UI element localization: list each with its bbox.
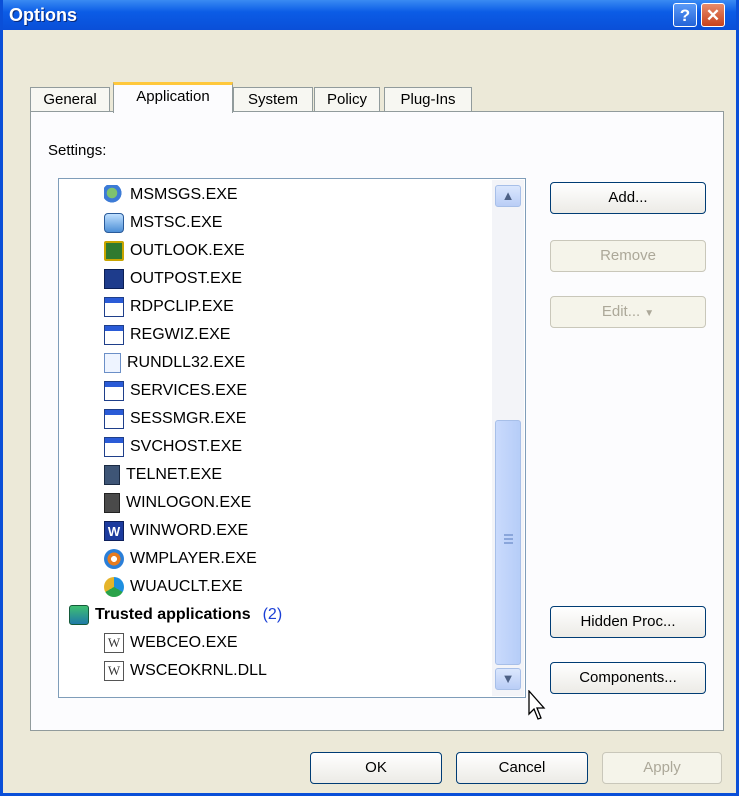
apply-button[interactable]: Apply [602,752,722,784]
hidden-proc-button[interactable]: Hidden Proc... [550,606,706,638]
application-window-icon [104,296,124,317]
list-item-label: WINWORD.EXE [130,521,249,539]
list-item-label: WINLOGON.EXE [126,493,252,511]
word-icon: W [104,520,124,541]
media-player-icon [104,548,124,569]
list-item-label: MSMSGS.EXE [130,185,238,203]
title-bar[interactable]: Options ? ✕ [3,0,736,30]
w-file-icon: W [104,632,124,653]
tab-policy[interactable]: Policy [314,87,380,112]
list-item[interactable]: OUTLOOK.EXE [104,238,245,263]
list-item[interactable]: REGWIZ.EXE [104,322,230,347]
list-item[interactable]: TELNET.EXE [104,462,222,487]
scroll-up-button[interactable]: ▲ [495,185,521,207]
list-item[interactable]: SERVICES.EXE [104,378,247,403]
application-list[interactable]: MSMSGS.EXE MSTSC.EXE OUTLOOK.EXE OUTPOST… [58,178,526,698]
list-item[interactable]: WINLOGON.EXE [104,490,251,515]
group-label: Trusted applications [95,605,251,623]
dropdown-caret-icon: ▼ [644,308,655,319]
telnet-icon [104,464,120,485]
edit-label: Edit... [601,303,641,320]
list-item-label: WSCEOKRNL.DLL [130,661,267,679]
list-group-header[interactable]: Trusted applications (2) [69,602,282,627]
list-item-label: SERVICES.EXE [130,381,248,399]
list-item-label: SVCHOST.EXE [130,437,243,455]
list-item-label: OUTPOST.EXE [130,269,243,287]
help-button[interactable]: ? [673,3,697,27]
list-item-label: WEBCEO.EXE [130,633,238,651]
list-item-label: WMPLAYER.EXE [130,549,257,567]
list-scrollbar[interactable]: ▲ ▼ [492,180,524,696]
msn-messenger-icon [104,184,124,205]
remove-button[interactable]: Remove [550,240,706,272]
group-count: (2) [262,605,283,623]
components-button[interactable]: Components... [550,662,706,694]
list-item[interactable]: MSTSC.EXE [104,210,222,235]
tab-application[interactable]: Application [113,82,233,113]
remote-desktop-icon [104,212,124,233]
grip-line [504,542,513,544]
application-window-icon [104,436,124,457]
scroll-down-button[interactable]: ▼ [495,668,521,690]
list-item-label: MSTSC.EXE [130,213,223,231]
application-window-icon [104,324,124,345]
outpost-icon [104,268,124,289]
application-window-icon [104,408,124,429]
winlogon-icon [104,492,120,513]
cancel-button[interactable]: Cancel [456,752,588,784]
scroll-thumb[interactable] [495,420,521,665]
list-item[interactable]: OUTPOST.EXE [104,266,242,291]
list-item[interactable]: SVCHOST.EXE [104,434,242,459]
list-item[interactable]: SESSMGR.EXE [104,406,246,431]
list-item[interactable]: W WSCEOKRNL.DLL [104,658,267,683]
application-window-icon [104,380,124,401]
list-item[interactable]: RDPCLIP.EXE [104,294,234,319]
list-item[interactable]: RUNDLL32.EXE [104,350,245,375]
settings-label: Settings: [48,142,107,159]
document-icon [104,352,121,373]
list-item[interactable]: W WINWORD.EXE [104,518,248,543]
add-button[interactable]: Add... [550,182,706,214]
list-item-label: OUTLOOK.EXE [130,241,245,259]
outlook-icon [104,240,124,261]
grip-line [504,534,513,536]
tab-system[interactable]: System [233,87,313,112]
grip-line [504,538,513,540]
list-item-label: REGWIZ.EXE [130,325,231,343]
mouse-pointer-icon [528,690,546,720]
trusted-group-icon [69,604,89,625]
list-item-label: TELNET.EXE [126,465,223,483]
list-item-label: RUNDLL32.EXE [127,353,246,371]
list-item[interactable]: WUAUCLT.EXE [104,574,243,599]
edit-button[interactable]: Edit... ▼ [550,296,706,328]
windows-update-icon [104,576,124,597]
list-item[interactable]: MSMSGS.EXE [104,182,238,207]
close-button[interactable]: ✕ [701,3,725,27]
list-item[interactable]: W WEBCEO.EXE [104,630,238,655]
ok-button[interactable]: OK [310,752,442,784]
list-item-label: SESSMGR.EXE [130,409,247,427]
tab-general[interactable]: General [30,87,110,112]
list-item-label: RDPCLIP.EXE [130,297,234,315]
tab-plug-ins[interactable]: Plug-Ins [384,87,472,112]
list-item[interactable]: WMPLAYER.EXE [104,546,257,571]
w-file-icon: W [104,660,124,681]
list-item-label: WUAUCLT.EXE [130,577,243,595]
window-title: Options [9,5,77,25]
